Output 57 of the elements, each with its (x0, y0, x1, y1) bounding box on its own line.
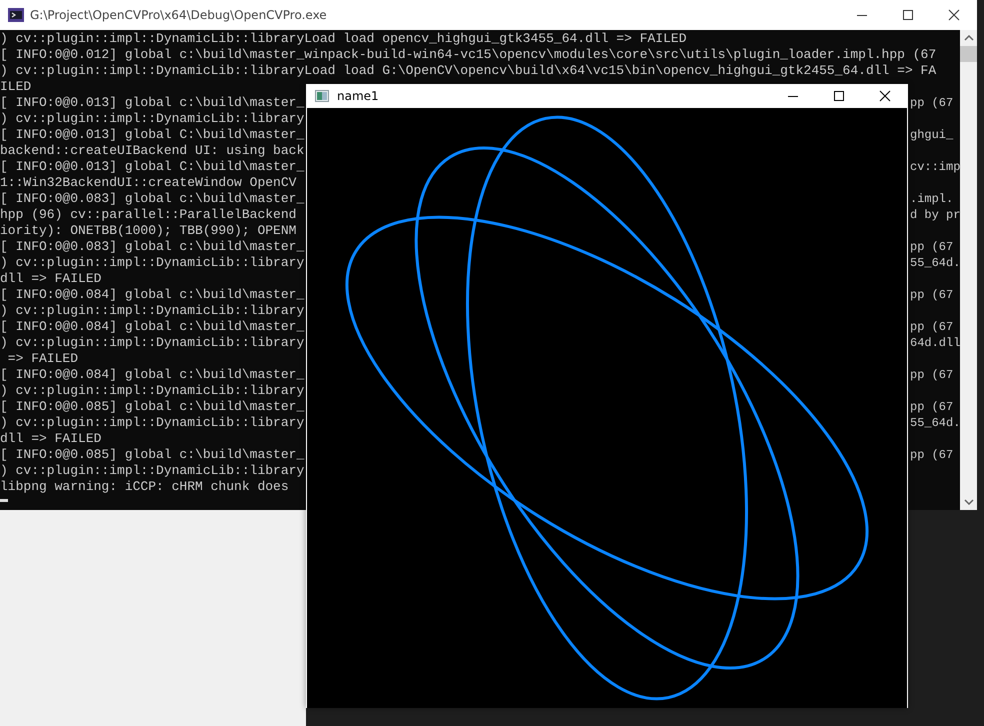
close-button[interactable] (862, 84, 908, 108)
console-line: [ INFO:0@0.083] global c:\build\master_ (0, 239, 306, 255)
console-line: 55_64d. (910, 255, 960, 271)
console-icon (8, 8, 24, 22)
console-line: pp (67 (910, 399, 954, 415)
console-line: pp (67 (910, 367, 954, 383)
text-cursor (0, 499, 8, 502)
scrollbar[interactable] (960, 30, 977, 510)
close-icon[interactable] (879, 90, 891, 102)
console-line: ) cv::plugin::impl::DynamicLib::library (0, 111, 306, 127)
console-line: pp (67 (910, 319, 954, 335)
console-line: ) cv::plugin::impl::DynamicLib::libraryLoad load G:\OpenCV\opencv\build\x64\vc15\bin\opencv_highgui_gtk2455_64.dll => FA (0, 63, 938, 79)
console-line: => FAILED (6, 351, 80, 367)
console-line: d by pr (910, 207, 960, 223)
scroll-thumb[interactable] (960, 46, 977, 62)
console-line: [ INFO:0@0.013] global C:\build\master_ (0, 127, 306, 143)
console-line: dll => FAILED (0, 271, 102, 287)
console-line: [ INFO:0@0.013] global c:\build\master_ (0, 95, 306, 111)
console-line: ghgui_ (910, 127, 954, 143)
console-line: dll => FAILED (0, 431, 102, 447)
console-line: [ INFO:0@0.085] global c:\build\master_ (0, 399, 306, 415)
console-line: ) cv::plugin::impl::DynamicLib::libraryLoad load opencv_highgui_gtk3455_64.dll => FAILED (0, 31, 688, 47)
console-line: ILED (0, 79, 32, 95)
window-icon (315, 90, 329, 102)
console-line: [ INFO:0@0.084] global c:\build\master_ (0, 287, 306, 303)
console-line: 1::Win32BackendUI::createWindow OpenCV (0, 175, 298, 191)
console-line: [ INFO:0@0.084] global c:\build\master_ (0, 367, 306, 383)
console-line: backend::createUIBackend UI: using back (0, 143, 306, 159)
console-line: 64d.dll (910, 335, 960, 351)
console-line: [ INFO:0@0.013] global C:\build\master_ (0, 159, 306, 175)
console-line: ) cv::plugin::impl::DynamicLib::library (0, 415, 306, 431)
console-line: cv::imp (910, 159, 960, 175)
console-line: [ INFO:0@0.085] global c:\build\master_ (0, 447, 306, 463)
console-line: [ INFO:0@0.012] global c:\build\master_winpack-build-win64-vc15\opencv\modules\core\src\utils\plugin_loader.impl.hpp (67 (0, 47, 938, 63)
scroll-up-icon[interactable] (964, 35, 974, 41)
maximize-icon[interactable] (833, 90, 845, 102)
console-line: [ INFO:0@0.083] global c:\build\master_ (0, 191, 306, 207)
console-line: [ INFO:0@0.084] global c:\build\master_ (0, 319, 306, 335)
console-line: ) cv::plugin::impl::DynamicLib::library (0, 383, 306, 399)
window-title: name1 (337, 89, 379, 103)
console-line: ) cv::plugin::impl::DynamicLib::library (0, 303, 306, 319)
console-line: ) cv::plugin::impl::DynamicLib::library (0, 463, 306, 479)
console-line: pp (67 (910, 95, 954, 111)
console-line: iority): ONETBB(1000); TBB(990); OPENM (0, 223, 298, 239)
window-title: G:\Project\OpenCVPro\x64\Debug\OpenCVPro.exe (30, 8, 327, 22)
maximize-icon[interactable] (902, 9, 914, 21)
console-line: pp (67 (910, 287, 954, 303)
console-line: hpp (96) cv::parallel::ParallelBackend (0, 207, 298, 223)
console-line: ) cv::plugin::impl::DynamicLib::library (0, 335, 306, 351)
console-line: libpng warning: iCCP: cHRM chunk does (0, 479, 290, 495)
console-line: pp (67 (910, 239, 954, 255)
console-line: pp (67 (910, 447, 954, 463)
close-icon[interactable] (948, 9, 960, 21)
console-line: ) cv::plugin::impl::DynamicLib::library (0, 255, 306, 271)
console-line: .impl. (910, 191, 954, 207)
scroll-down-icon[interactable] (964, 499, 974, 505)
console-line: 55_64d. (910, 415, 960, 431)
